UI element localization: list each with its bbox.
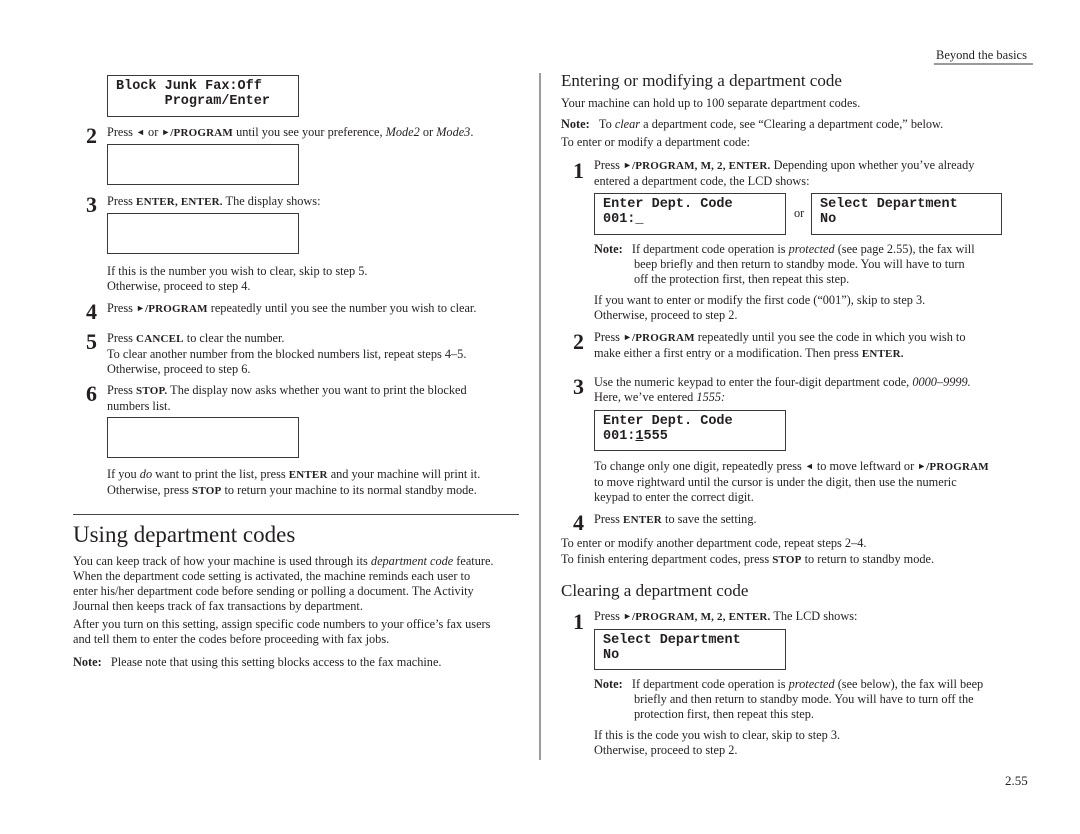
section-title: Using department codes [73, 522, 296, 547]
repeat-text: To enter or modify another department co… [561, 536, 867, 550]
running-header: Beyond the basics [936, 48, 1027, 62]
access-note: Note: Please note that using this settin… [73, 655, 442, 669]
clear-note: Note: To clear a department code, see “C… [561, 117, 944, 131]
step-number: 3 [86, 192, 97, 217]
print-instructions: If you do want to print the list, press … [107, 467, 481, 497]
finish-text: To finish entering department codes, pre… [561, 552, 935, 566]
lcd-select-department-clear: Select Department No [594, 629, 786, 670]
intro-text: To enter or modify a department code: [561, 135, 750, 149]
step-number: 2 [573, 329, 584, 354]
step-number: 3 [573, 374, 584, 399]
header-rule [934, 63, 1033, 65]
step-text: Press ENTER to save the setting. [594, 512, 757, 526]
lcd-line-1: Select Department [820, 197, 958, 212]
lcd-enter-dept-code: Enter Dept. Code 001:_ [594, 193, 786, 235]
entering-title: Entering or modifying a department code [561, 71, 842, 90]
lcd-display-empty [107, 144, 299, 185]
step-number: 4 [86, 299, 97, 324]
skip-text: If you want to enter or modify the first… [594, 293, 926, 322]
setup-paragraph: After you turn on this setting, assign s… [73, 617, 491, 646]
step-text: Press CANCEL to clear the number. To cle… [107, 331, 467, 376]
left-arrow-icon: ◄ [136, 127, 145, 137]
intro-paragraph: You can keep track of how your machine i… [73, 554, 494, 613]
lcd-line-1: Enter Dept. Code [603, 197, 733, 212]
lcd-line-1: Select Department [603, 633, 741, 648]
right-arrow-icon: ► [623, 160, 632, 170]
step-text: Press ENTER, ENTER. The display shows: [107, 194, 321, 208]
lcd-display-empty [107, 213, 299, 254]
lcd-line-2: No [603, 648, 620, 663]
change-digit-text: To change only one digit, repeatedly pre… [594, 459, 989, 504]
step-number: 6 [86, 381, 97, 406]
skip-text: If this is the number you wish to clear,… [107, 264, 368, 293]
lcd-line-1: Block Junk Fax:Off [116, 79, 262, 94]
step-text: Press ►/PROGRAM, M, 2, ENTER. The LCD sh… [594, 609, 858, 623]
step-number: 1 [573, 609, 584, 634]
lcd-cursor: 1 [635, 429, 644, 444]
step-text: Press ◄ or ►/PROGRAM until you see your … [107, 125, 474, 139]
lcd-block-junk-fax: Block Junk Fax:Off Program/Enter [107, 75, 299, 117]
step-number: 5 [86, 329, 97, 354]
step-number: 4 [573, 510, 584, 535]
or-label: or [794, 206, 805, 220]
lcd-line-2: 001:_ [603, 212, 644, 227]
clear-protected-note: Note: If department code operation is pr… [594, 677, 984, 721]
column-divider [539, 73, 541, 760]
lcd-line-2: Program/Enter [116, 94, 270, 109]
right-arrow-icon: ► [161, 127, 171, 137]
step-number: 1 [573, 158, 584, 183]
lcd-line-1: Enter Dept. Code [603, 414, 733, 429]
clear-skip-text: If this is the code you wish to clear, s… [594, 728, 841, 757]
capacity-text: Your machine can hold up to 100 separate… [561, 96, 861, 110]
step-text: Press STOP. The display now asks whether… [107, 383, 467, 413]
step-text: Press ►/PROGRAM, M, 2, ENTER. Depending … [594, 158, 975, 188]
clearing-title: Clearing a department code [561, 581, 749, 600]
step-text: Press ►/PROGRAM repeatedly until you see… [107, 301, 477, 315]
page-number: 2.55 [1005, 773, 1028, 788]
lcd-entered-code: Enter Dept. Code 001:1555 [594, 410, 786, 451]
step-number: 2 [86, 123, 97, 148]
right-arrow-icon: ► [623, 611, 632, 621]
lcd-line-2: 001:1555 [603, 429, 668, 444]
lcd-display-empty [107, 417, 299, 458]
step-text: Use the numeric keypad to enter the four… [594, 375, 971, 404]
right-arrow-icon: ► [136, 303, 145, 313]
section-rule [73, 514, 519, 516]
right-arrow-icon: ► [623, 332, 632, 342]
left-arrow-icon: ◄ [804, 461, 814, 471]
lcd-line-2: No [820, 212, 837, 227]
lcd-select-department: Select Department No [811, 193, 1002, 235]
protected-note: Note: If department code operation is pr… [594, 242, 975, 286]
step-text: Press ►/PROGRAM repeatedly until you see… [594, 330, 966, 360]
right-arrow-icon: ► [917, 461, 927, 471]
